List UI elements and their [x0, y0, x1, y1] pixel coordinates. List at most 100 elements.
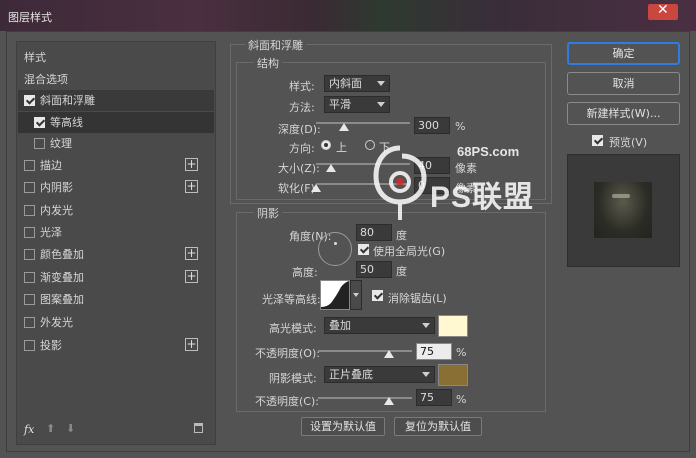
styles-footer: fx ⬆ ⬇	[22, 422, 212, 440]
direction-label: 方向:	[289, 142, 315, 155]
add-style-icon[interactable]: +	[185, 180, 198, 193]
highlight-mode-value: 叠加	[329, 319, 351, 332]
style-dropdown[interactable]: 内斜面	[324, 75, 390, 92]
style-item[interactable]: 等高线	[18, 112, 214, 133]
shadow-opacity-label: 不透明度(C):	[255, 395, 319, 408]
shadow-mode-dropdown[interactable]: 正片叠底	[324, 366, 435, 383]
style-item[interactable]: 投影 +	[18, 335, 214, 356]
altitude-input[interactable]: 50	[356, 261, 392, 278]
soften-slider[interactable]	[316, 183, 410, 185]
contour-curve-icon	[321, 281, 349, 309]
soften-input[interactable]: 0	[414, 177, 450, 194]
style-item[interactable]: 图案叠加	[18, 289, 214, 310]
depth-input[interactable]: 300	[414, 117, 450, 134]
style-item[interactable]: 样式	[18, 47, 214, 68]
shadow-opacity-input[interactable]: 75	[416, 389, 452, 406]
style-item-label: 内阴影	[40, 181, 73, 194]
angle-dial[interactable]	[318, 232, 352, 266]
structure-title: 结构	[254, 55, 282, 71]
depth-slider-thumb[interactable]	[339, 123, 350, 131]
style-item-checkbox[interactable]	[24, 294, 35, 305]
style-item-checkbox[interactable]	[24, 317, 35, 328]
style-item-checkbox[interactable]	[24, 182, 35, 193]
add-style-icon[interactable]: +	[185, 270, 198, 283]
style-item[interactable]: 混合选项	[18, 69, 214, 90]
gloss-contour-preview[interactable]	[320, 280, 350, 310]
gloss-contour-label: 光泽等高线:	[262, 293, 321, 306]
global-light-label: 使用全局光(G)	[373, 245, 446, 258]
close-button[interactable]: ✕	[648, 2, 678, 20]
shadow-mode-value: 正片叠底	[329, 368, 373, 381]
set-default-button[interactable]: 设置为默认值	[301, 417, 385, 436]
reset-default-button[interactable]: 复位为默认值	[394, 417, 482, 436]
style-item-checkbox[interactable]	[24, 227, 35, 238]
global-light-checkbox[interactable]	[358, 244, 369, 255]
depth-slider[interactable]	[316, 122, 410, 124]
style-item-checkbox[interactable]	[24, 205, 35, 216]
preview-checkbox[interactable]	[592, 135, 603, 146]
cancel-button[interactable]: 取消	[567, 72, 680, 95]
bevel-title: 斜面和浮雕	[245, 37, 306, 53]
preview-swatch	[594, 182, 652, 238]
style-item[interactable]: 外发光	[18, 312, 214, 333]
style-item-checkbox[interactable]	[24, 95, 35, 106]
shadow-opacity-unit: %	[456, 393, 467, 406]
style-item-label: 颜色叠加	[40, 248, 84, 261]
chevron-down-icon	[377, 81, 385, 86]
style-item-label: 外发光	[40, 316, 73, 329]
ok-button[interactable]: 确定	[567, 42, 680, 65]
direction-up-radio[interactable]	[321, 140, 331, 150]
shadow-color-swatch[interactable]	[438, 364, 468, 386]
style-item[interactable]: 光泽	[18, 222, 214, 243]
style-item[interactable]: 斜面和浮雕	[18, 90, 214, 111]
add-style-icon[interactable]: +	[185, 158, 198, 171]
style-item[interactable]: 纹理	[18, 133, 214, 154]
title-bar[interactable]: 图层样式 ✕	[0, 0, 696, 31]
add-style-icon[interactable]: +	[185, 247, 198, 260]
method-value: 平滑	[329, 98, 351, 111]
preview-thumbnail	[567, 154, 680, 267]
gloss-contour-dropdown[interactable]	[350, 280, 362, 310]
style-item-checkbox[interactable]	[24, 340, 35, 351]
depth-unit: %	[455, 120, 466, 133]
style-item-checkbox[interactable]	[34, 138, 45, 149]
altitude-unit: 度	[396, 265, 407, 278]
antialias-checkbox[interactable]	[372, 290, 383, 301]
style-item-checkbox[interactable]	[24, 272, 35, 283]
style-item[interactable]: 内发光	[18, 200, 214, 221]
soften-unit: 像素	[455, 182, 477, 195]
styles-list: 样式 混合选项 斜面和浮雕 等高线 纹理 描边 + 内阴影 + 内发光 光泽 颜色叠加 + 渐变叠加 + 图案…	[16, 41, 216, 445]
highlight-color-swatch[interactable]	[438, 315, 468, 337]
move-down-icon[interactable]: ⬇	[66, 422, 75, 435]
move-up-icon[interactable]: ⬆	[46, 422, 55, 435]
depth-label: 深度(D):	[278, 123, 321, 136]
style-item-checkbox[interactable]	[24, 249, 35, 260]
fx-button[interactable]: fx	[24, 423, 34, 436]
close-icon: ✕	[657, 2, 669, 18]
chevron-down-icon	[422, 372, 430, 377]
highlight-opacity-thumb[interactable]	[383, 350, 394, 358]
method-dropdown[interactable]: 平滑	[324, 96, 390, 113]
shadow-opacity-thumb[interactable]	[383, 397, 394, 405]
style-item[interactable]: 内阴影 +	[18, 177, 214, 198]
size-slider-thumb[interactable]	[326, 164, 337, 172]
soften-slider-thumb[interactable]	[311, 184, 321, 192]
style-item[interactable]: 渐变叠加 +	[18, 267, 214, 288]
style-item-checkbox[interactable]	[24, 160, 35, 171]
style-item-checkbox[interactable]	[34, 117, 45, 128]
shadow-opacity-slider[interactable]	[318, 397, 412, 399]
size-input[interactable]: 40	[414, 157, 450, 174]
highlight-opacity-slider[interactable]	[318, 350, 412, 352]
style-item[interactable]: 颜色叠加 +	[18, 244, 214, 265]
shading-title: 阴影	[254, 205, 282, 221]
new-style-button[interactable]: 新建样式(W)...	[567, 102, 680, 125]
direction-down-radio[interactable]	[365, 140, 375, 150]
highlight-mode-dropdown[interactable]: 叠加	[324, 317, 435, 334]
add-style-icon[interactable]: +	[185, 338, 198, 351]
style-item-label: 混合选项	[24, 73, 68, 86]
trash-icon[interactable]	[194, 423, 203, 433]
angle-dial-point	[334, 242, 337, 245]
angle-input[interactable]: 80	[356, 224, 392, 241]
style-item[interactable]: 描边 +	[18, 155, 214, 176]
highlight-opacity-input[interactable]: 75	[416, 343, 452, 360]
